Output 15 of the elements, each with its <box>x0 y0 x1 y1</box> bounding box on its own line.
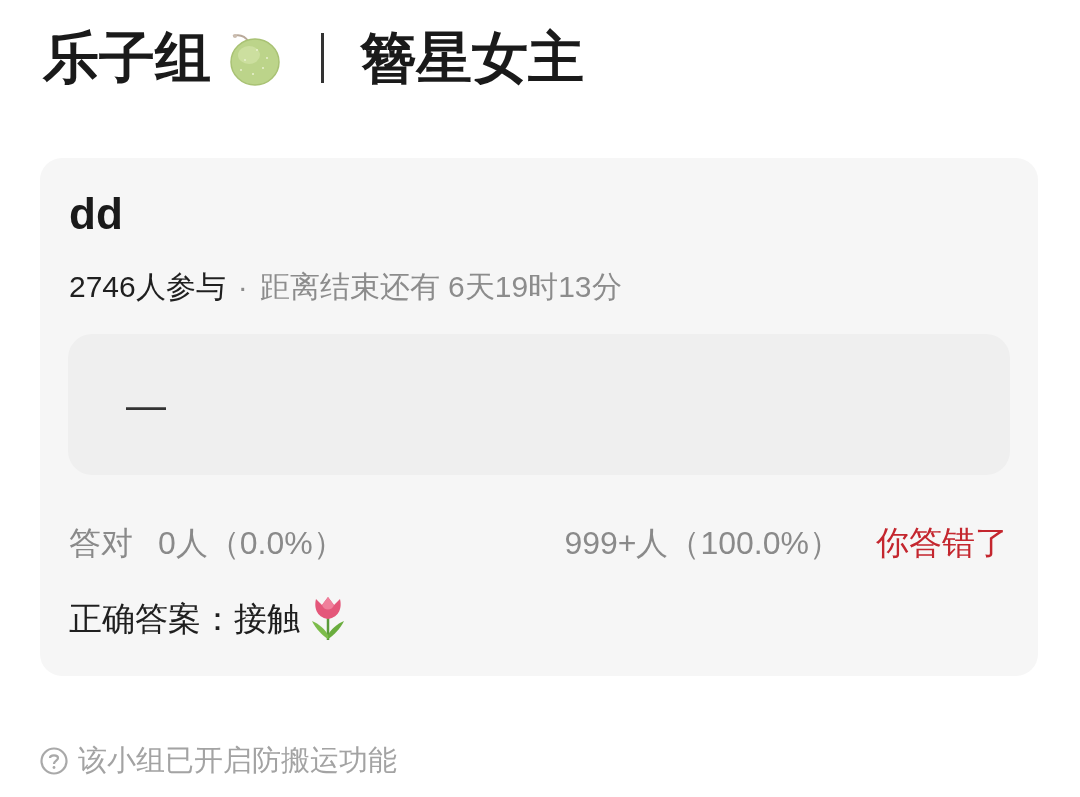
quiz-title: dd <box>69 192 123 236</box>
help-icon <box>40 746 68 775</box>
wrong-count: 999+人（100.0%） <box>564 526 841 559</box>
participant-count: 2746人参与 <box>69 272 226 302</box>
group-name: 乐子组 <box>43 30 211 86</box>
result-text: 你答错了 <box>876 526 1008 559</box>
separator-dot: · <box>237 272 248 302</box>
correct-answer: 正确答案：接触 <box>69 601 300 635</box>
correct-label: 答对 <box>69 526 133 559</box>
correct-count: 0人（0.0%） <box>158 526 345 559</box>
option-text: — <box>126 384 166 425</box>
tulip-emoji-icon <box>310 595 346 641</box>
anti-repost-notice: 该小组已开启防搬运功能 <box>78 746 397 775</box>
topic-title: 簪星女主 <box>360 30 584 86</box>
time-remaining: 距离结束还有 6天19时13分 <box>259 272 622 302</box>
